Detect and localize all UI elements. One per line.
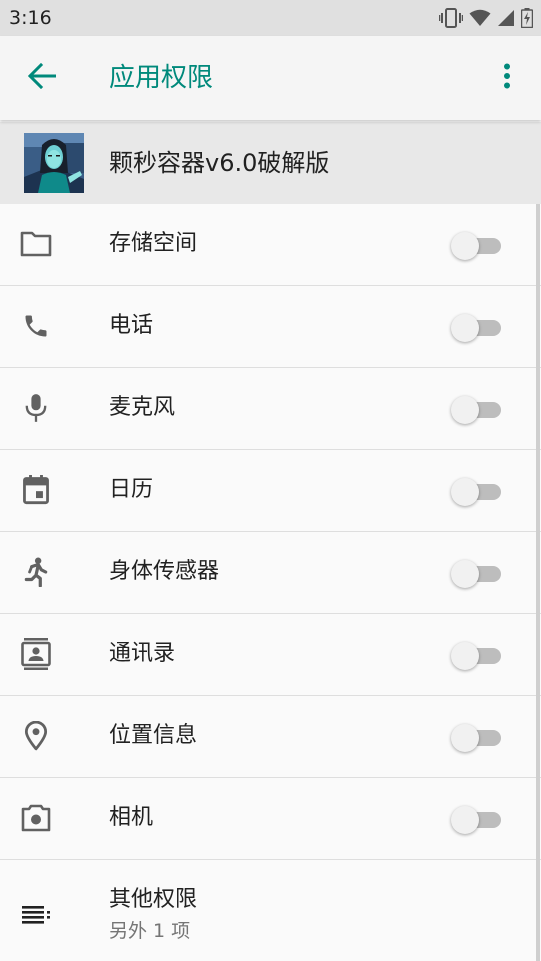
permission-label: 电话	[109, 313, 154, 338]
wifi-icon	[469, 9, 491, 27]
signal-icon	[497, 9, 515, 27]
permission-toggle[interactable]	[451, 232, 501, 260]
battery-charging-icon	[521, 8, 533, 28]
overflow-menu-button[interactable]	[489, 58, 525, 98]
permission-row-contacts[interactable]: 通讯录	[0, 614, 541, 696]
scrollbar[interactable]	[536, 204, 540, 961]
permission-label: 身体传感器	[109, 559, 220, 584]
contacts-icon	[20, 638, 52, 670]
other-permissions-row[interactable]: 其他权限 另外 1 项	[0, 860, 541, 960]
permission-label: 位置信息	[109, 723, 198, 748]
status-icons	[439, 7, 533, 29]
permission-toggle[interactable]	[451, 560, 501, 588]
permission-row-location[interactable]: 位置信息	[0, 696, 541, 778]
more-vert-icon	[503, 63, 511, 93]
permission-row-phone[interactable]: 电话	[0, 286, 541, 368]
list-icon	[20, 898, 52, 930]
location-icon	[20, 720, 52, 752]
permission-toggle[interactable]	[451, 396, 501, 424]
back-button[interactable]	[22, 58, 62, 98]
permission-row-storage[interactable]: 存储空间	[0, 204, 541, 286]
page-title: 应用权限	[109, 63, 214, 93]
toggle-thumb	[451, 806, 479, 834]
permission-label: 日历	[109, 477, 154, 502]
folder-icon	[20, 228, 52, 260]
other-permissions-title: 其他权限	[109, 887, 198, 912]
vibrate-icon	[439, 8, 463, 28]
permission-row-camera[interactable]: 相机	[0, 778, 541, 860]
permission-toggle[interactable]	[451, 478, 501, 506]
toggle-thumb	[451, 642, 479, 670]
status-bar: 3:16	[0, 0, 541, 36]
permission-label: 通讯录	[109, 641, 176, 666]
app-icon	[24, 133, 84, 193]
calendar-icon	[20, 474, 52, 506]
permission-toggle[interactable]	[451, 314, 501, 342]
toggle-thumb	[451, 724, 479, 752]
camera-icon	[20, 802, 52, 834]
toggle-thumb	[451, 314, 479, 342]
permission-toggle[interactable]	[451, 724, 501, 752]
permission-label: 麦克风	[109, 395, 176, 420]
app-bar: 应用权限	[0, 36, 541, 120]
microphone-icon	[20, 392, 52, 424]
permission-row-microphone[interactable]: 麦克风	[0, 368, 541, 450]
arrow-back-icon	[27, 62, 57, 93]
app-header: 颗秒容器v6.0破解版	[0, 122, 541, 204]
phone-icon	[20, 310, 52, 342]
app-name: 颗秒容器v6.0破解版	[109, 149, 330, 177]
permission-toggle[interactable]	[451, 806, 501, 834]
toggle-thumb	[451, 560, 479, 588]
permission-row-body-sensors[interactable]: 身体传感器	[0, 532, 541, 614]
permission-label: 存储空间	[109, 231, 198, 256]
permission-list: 存储空间 电话 麦克风 日历 身体传感器 通讯录 位置信息 相机 其他权限 另外…	[0, 204, 541, 960]
toggle-thumb	[451, 396, 479, 424]
permission-toggle[interactable]	[451, 642, 501, 670]
toggle-thumb	[451, 232, 479, 260]
other-permissions-count: 另外 1 项	[109, 920, 191, 942]
body-sensor-icon	[20, 556, 52, 588]
permission-row-calendar[interactable]: 日历	[0, 450, 541, 532]
toggle-thumb	[451, 478, 479, 506]
status-time: 3:16	[9, 7, 52, 29]
permission-label: 相机	[109, 805, 154, 830]
